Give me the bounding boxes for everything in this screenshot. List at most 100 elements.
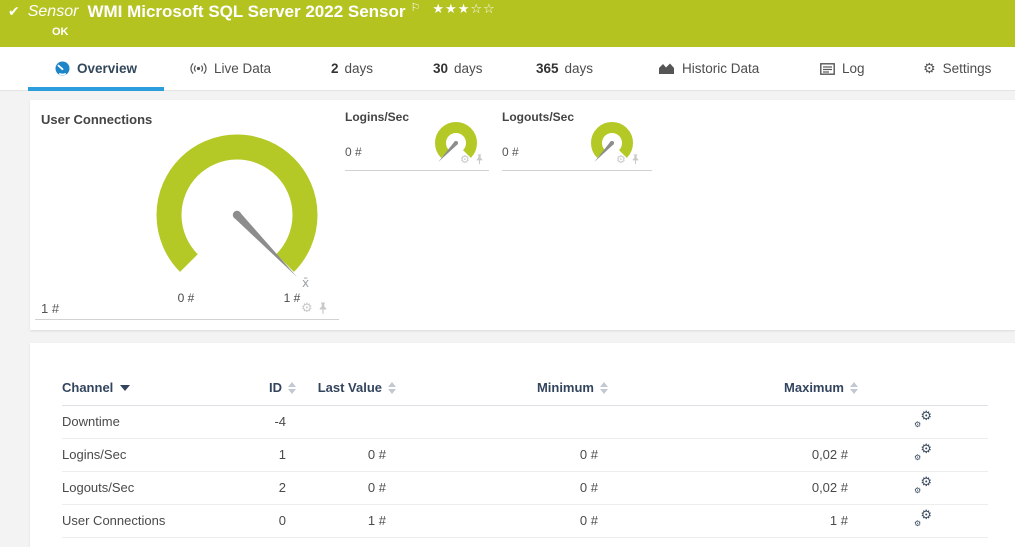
channel-minimum: 0 # [396,504,608,537]
gauge-gear-icon[interactable]: ⚙ [460,154,470,165]
tab-settings-label: Settings [943,61,992,76]
gauge-gear-icon[interactable]: ⚙ [301,302,313,315]
sort-arrows-icon [850,382,858,394]
status-badge: OK [52,26,69,38]
channel-id: 2 [230,471,296,504]
channel-name[interactable]: User Connections [62,504,230,537]
sort-arrows-icon [288,382,296,394]
sort-arrows-icon [388,382,396,394]
gauge-title-logins: Logins/Sec [345,110,409,124]
column-header-maximum[interactable]: Maximum [608,371,858,405]
sensor-header-line: ✔ Sensor WMI Microsoft SQL Server 2022 S… [8,2,496,22]
tab-30-days-label: days [454,61,483,76]
channel-maximum: 0,02 # [608,438,858,471]
channel-name[interactable]: Logins/Sec [62,438,230,471]
channel-minimum [396,405,608,438]
pin-icon[interactable] [475,154,484,165]
tab-log-label: Log [842,61,865,76]
tab-log[interactable]: Log [820,47,865,90]
column-header-maximum-label: Maximum [784,380,844,395]
gauge-tools-user-connections: ⚙ [301,302,328,315]
channel-maximum: 1 # [608,504,858,537]
gauge-average-marker: x̄ [302,276,309,290]
channel-name[interactable]: Logouts/Sec [62,471,230,504]
column-header-id-label: ID [269,380,282,395]
settings-gear-icon: ⚙ [923,61,936,77]
channel-maximum: 0,02 # [608,471,858,504]
channel-settings-icon[interactable]: ⚙⚙ [914,412,932,428]
column-header-id[interactable]: ID [230,371,296,405]
channel-last-value: 0 # [296,438,396,471]
column-header-channel[interactable]: Channel [62,371,230,405]
tab-historic-data[interactable]: Historic Data [658,47,759,90]
column-header-minimum-label: Minimum [537,380,594,395]
broadcast-icon [190,62,207,75]
log-list-icon [820,63,835,75]
column-header-channel-label: Channel [62,380,113,395]
channel-maximum [608,405,858,438]
tab-bar: Overview Live Data 2 days 30 days 365 da… [0,47,1015,91]
tab-overview[interactable]: Overview [28,47,164,90]
gauge-value-logins: 0 # [345,145,362,159]
tab-2-days[interactable]: 2 days [331,47,373,90]
tab-live-data-label: Live Data [214,61,271,76]
divider [35,319,339,320]
divider [345,170,489,171]
tab-2-days-number: 2 [331,61,339,76]
gauge-tools-logouts: ⚙ [616,154,640,165]
gauge-value-logouts: 0 # [502,145,519,159]
table-row-logins: Logins/Sec 1 0 # 0 # 0,02 # ⚙⚙ [62,438,988,471]
tab-live-data[interactable]: Live Data [190,47,271,90]
channel-id: 0 [230,504,296,537]
channel-minimum: 0 # [396,471,608,504]
channel-id: 1 [230,438,296,471]
tab-historic-data-label: Historic Data [682,61,759,76]
tab-settings[interactable]: ⚙ Settings [923,47,991,90]
channel-settings-icon[interactable]: ⚙⚙ [914,445,932,461]
divider [502,170,652,171]
channel-id: -4 [230,405,296,438]
priority-stars[interactable]: ★★★☆☆ [432,2,495,17]
channel-table: Channel ID Last Value Minimum Maximum [62,371,988,538]
gauge-value-user-connections: 1 # [41,301,59,316]
status-check-icon: ✔ [8,4,20,20]
column-header-settings [858,371,988,405]
channel-minimum: 0 # [396,438,608,471]
tab-365-days[interactable]: 365 days [536,47,593,90]
sensor-title: WMI Microsoft SQL Server 2022 Sensor [87,2,405,22]
gauge-title-logouts: Logouts/Sec [502,110,574,124]
channel-last-value [296,405,396,438]
channel-last-value: 1 # [296,504,396,537]
column-header-last-value-label: Last Value [318,380,382,395]
pin-icon[interactable] [631,154,640,165]
gauge-scale-min: 0 # [170,291,202,305]
gauges-panel: User Connections x̄ 0 # 1 # 1 # ⚙ Logins… [30,100,1015,330]
channel-table-panel: Channel ID Last Value Minimum Maximum [30,343,1015,547]
channel-last-value: 0 # [296,471,396,504]
tab-30-days[interactable]: 30 days [433,47,483,90]
gauge-tools-logins: ⚙ [460,154,484,165]
priority-flag-icon[interactable]: ⚐ [411,1,421,14]
column-header-last-value[interactable]: Last Value [296,371,396,405]
table-row-user-connections: User Connections 0 1 # 0 # 1 # ⚙⚙ [62,504,988,537]
tab-2-days-label: days [345,61,374,76]
sort-arrows-icon [600,382,608,394]
table-header-row: Channel ID Last Value Minimum Maximum [62,371,988,405]
tab-365-days-label: days [565,61,594,76]
user-connections-gauge [152,132,328,288]
pin-icon[interactable] [318,302,328,315]
area-chart-icon [658,62,675,75]
gauge-gear-icon[interactable]: ⚙ [616,154,626,165]
gauge-title-user-connections: User Connections [41,112,152,127]
sort-desc-icon [120,385,130,391]
table-row-downtime: Downtime -4 ⚙⚙ [62,405,988,438]
table-row-logouts: Logouts/Sec 2 0 # 0 # 0,02 # ⚙⚙ [62,471,988,504]
channel-settings-icon[interactable]: ⚙⚙ [914,511,932,527]
channel-name[interactable]: Downtime [62,405,230,438]
tab-365-days-number: 365 [536,61,559,76]
column-header-minimum[interactable]: Minimum [396,371,608,405]
tab-30-days-number: 30 [433,61,448,76]
channel-settings-icon[interactable]: ⚙⚙ [914,478,932,494]
tab-overview-label: Overview [77,61,137,76]
sensor-header: ✔ Sensor WMI Microsoft SQL Server 2022 S… [0,0,1015,47]
